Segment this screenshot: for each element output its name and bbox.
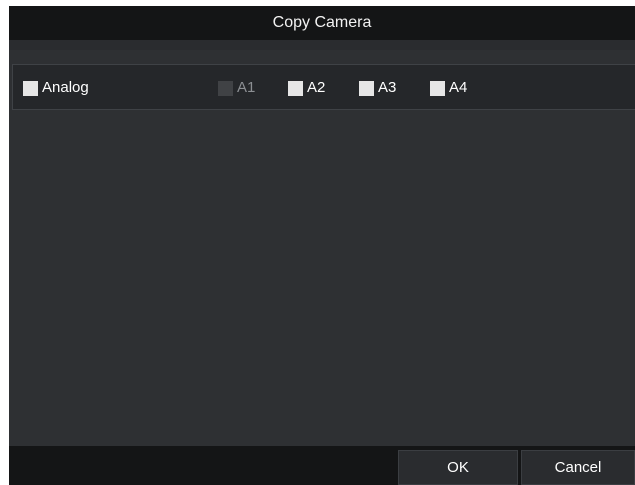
dialog-titlebar: Copy Camera — [9, 6, 635, 40]
channel-a3-checkbox[interactable]: A3 — [359, 79, 396, 97]
analog-camera-row: Analog A1 A2 A3 A4 — [12, 64, 635, 110]
channel-a4-checkbox[interactable]: A4 — [430, 79, 467, 97]
analog-checkbox-box[interactable] — [23, 80, 38, 96]
channel-a3-checkbox-box[interactable] — [359, 80, 374, 96]
channel-a2-checkbox-box[interactable] — [288, 80, 303, 96]
dialog-title: Copy Camera — [272, 14, 372, 31]
channel-a3-label: A3 — [378, 79, 397, 96]
channel-a1-checkbox-box — [218, 80, 233, 96]
copy-camera-dialog: Copy Camera Analog A1 A2 A3 A4 OK Cancel — [9, 6, 635, 485]
channel-a4-label: A4 — [449, 79, 468, 96]
cancel-button[interactable]: Cancel — [521, 450, 635, 485]
subheader-bar — [9, 40, 635, 50]
dialog-footer: OK Cancel — [9, 446, 635, 485]
analog-label: Analog — [42, 79, 89, 96]
channel-a2-checkbox[interactable]: A2 — [288, 79, 325, 97]
channel-a2-label: A2 — [307, 79, 326, 96]
channel-a1-label: A1 — [237, 79, 256, 96]
channel-a4-checkbox-box[interactable] — [430, 80, 445, 96]
dialog-content: Analog A1 A2 A3 A4 — [9, 64, 635, 446]
channel-a1-checkbox: A1 — [218, 79, 255, 97]
analog-group-checkbox[interactable]: Analog — [23, 79, 89, 97]
ok-button[interactable]: OK — [398, 450, 518, 485]
